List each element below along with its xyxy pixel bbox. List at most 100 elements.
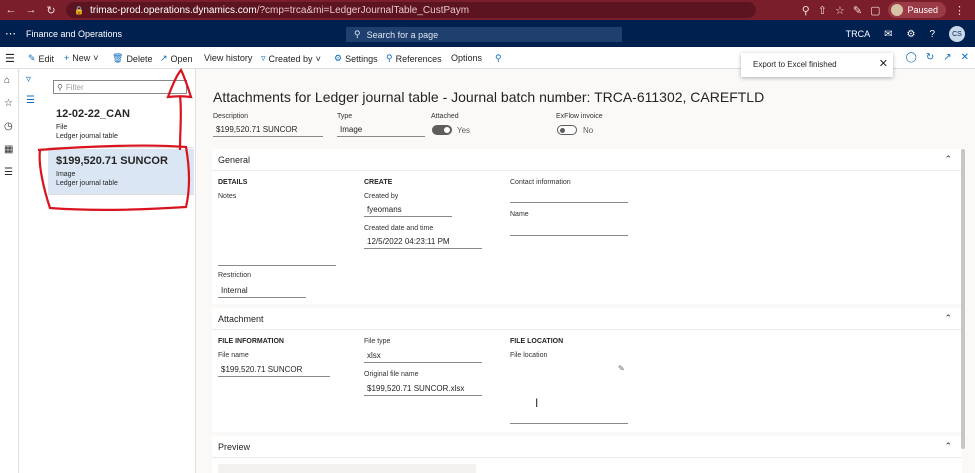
filter-input[interactable]: ⚲ Filter — [53, 80, 187, 94]
url-host: trimac-prod.operations.dynamics.com — [89, 4, 257, 16]
open-button[interactable]: ↗ Open — [160, 53, 193, 64]
settings-label: Settings — [345, 53, 378, 64]
details-pane: Attachments for Ledger journal table - J… — [197, 69, 975, 473]
delete-button[interactable]: 🗑 Delete — [112, 53, 152, 64]
scrollbar[interactable] — [961, 149, 965, 449]
reload-icon[interactable]: ↻ — [44, 4, 58, 17]
references-button[interactable]: ⚲ References — [386, 53, 442, 64]
star-icon[interactable]: ☆ — [835, 4, 845, 17]
hamburger-menu-icon[interactable]: ☰ — [5, 52, 15, 65]
user-avatar[interactable]: CS — [949, 26, 965, 42]
page-search-input[interactable]: ⚲ Search for a page — [346, 27, 622, 42]
back-arrow-icon[interactable]: ← — [4, 4, 18, 16]
list-item-source: Ledger journal table — [56, 133, 118, 140]
attachment-section-header[interactable]: Attachment ⌃ — [212, 308, 962, 330]
chevron-up-icon[interactable]: ⌃ — [944, 313, 952, 324]
search-icon[interactable]: ⚲ — [802, 4, 810, 17]
new-button[interactable]: + New ˅ — [64, 53, 99, 63]
type-field[interactable]: Image — [337, 123, 425, 137]
name-field[interactable] — [510, 235, 628, 236]
app-launcher-icon[interactable]: ⋯ — [5, 27, 16, 40]
notes-field[interactable] — [218, 265, 336, 266]
paused-label: Paused — [907, 5, 938, 15]
exflow-invoice-value: No — [583, 126, 594, 135]
company-selector[interactable]: TRCA — [846, 29, 871, 39]
attached-toggle[interactable] — [432, 125, 452, 135]
refresh-icon[interactable]: ↻ — [926, 52, 934, 63]
created-by-field[interactable]: fyeomans — [364, 203, 452, 217]
original-file-name-label: Original file name — [364, 371, 419, 378]
popout-icon[interactable]: ↗ — [943, 52, 951, 63]
edit-button[interactable]: ✎ Edit — [28, 53, 54, 64]
restriction-label: Restriction — [218, 272, 252, 279]
close-icon[interactable]: ✕ — [879, 57, 888, 70]
notes-label: Notes — [218, 193, 237, 200]
chevron-up-icon[interactable]: ⌃ — [944, 154, 952, 165]
list-view-icon[interactable]: ☰ — [26, 95, 35, 106]
edit-label: Edit — [38, 53, 55, 64]
address-bar[interactable]: 🔒 trimac-prod.operations.dynamics.com/?c… — [66, 2, 756, 18]
file-type-field[interactable]: xlsx — [364, 349, 482, 363]
pencil-icon[interactable]: ✎ — [618, 364, 625, 373]
attachment-section-title: Attachment — [218, 314, 264, 324]
action-search-button[interactable]: ⚲ — [495, 53, 502, 64]
view-history-button[interactable]: View history — [204, 53, 252, 63]
notifications-icon[interactable]: ✉ — [884, 29, 892, 40]
list-item[interactable]: 12-02-22_CAN File Ledger journal table — [48, 102, 194, 148]
general-section-title: General — [218, 155, 251, 165]
general-section-header[interactable]: General ⌃ — [212, 149, 962, 171]
file-location-label: File location — [510, 352, 548, 359]
filter-funnel-icon[interactable]: ▿ — [26, 74, 31, 85]
modules-list-icon[interactable]: ☰ — [4, 167, 13, 178]
original-file-name-field[interactable]: $199,520.71 SUNCOR.xlsx — [364, 382, 482, 396]
plus-icon: + — [64, 53, 70, 63]
export-toast: Export to Excel finished ✕ — [741, 53, 893, 77]
description-field[interactable]: $199,520.71 SUNCOR — [213, 123, 323, 137]
forward-arrow-icon[interactable]: → — [24, 4, 38, 16]
share-icon[interactable]: ⇧ — [818, 4, 827, 17]
workspaces-icon[interactable]: ▦ — [4, 144, 13, 155]
settings-button[interactable]: ⚙ Settings — [334, 53, 378, 64]
gear-icon: ⚙ — [334, 53, 343, 63]
sidepanel-icon[interactable]: ▢ — [870, 4, 880, 17]
contact-information-field[interactable] — [510, 202, 628, 203]
recent-clock-icon[interactable]: ◷ — [4, 121, 13, 132]
attached-value: Yes — [457, 126, 471, 135]
open-label: Open — [170, 53, 193, 64]
file-location-heading: FILE LOCATION — [510, 338, 564, 345]
favorites-star-icon[interactable]: ☆ — [4, 98, 13, 109]
options-button[interactable]: Options — [451, 53, 482, 63]
more-menu-icon[interactable]: ⋮ — [954, 4, 965, 17]
app-header: ⋯ Finance and Operations ⚲ Search for a … — [0, 20, 975, 47]
home-icon[interactable]: ⌂ — [4, 75, 10, 86]
created-datetime-label: Created date and time — [364, 225, 434, 232]
exflow-invoice-toggle[interactable] — [557, 125, 577, 135]
preview-section-header[interactable]: Preview ⌃ — [212, 436, 962, 458]
gear-icon[interactable]: ⚙ — [906, 29, 915, 40]
profile-paused-button[interactable]: Paused — [888, 2, 946, 18]
office-icon[interactable]: ◯ — [906, 52, 917, 63]
search-placeholder: Search for a page — [366, 29, 439, 40]
close-icon[interactable]: ✕ — [961, 52, 969, 63]
restriction-field[interactable]: Internal — [218, 284, 306, 298]
file-name-field[interactable]: $199,520.71 SUNCOR — [218, 363, 330, 377]
url-path: /?cmp=trca&mi=LedgerJournalTable_CustPay… — [256, 4, 470, 16]
help-icon[interactable]: ? — [929, 29, 935, 40]
extensions-icon[interactable]: ✎ — [853, 4, 862, 17]
created-datetime-field[interactable]: 12/5/2022 04:23:11 PM — [364, 235, 482, 249]
file-location-field[interactable] — [510, 423, 628, 424]
references-icon: ⚲ — [386, 53, 393, 63]
search-icon: ⚲ — [57, 82, 63, 92]
general-section: General ⌃ DETAILS Notes Restriction Inte… — [212, 149, 962, 304]
list-item-selected[interactable]: $199,520.71 SUNCOR Image Ledger journal … — [48, 149, 194, 195]
lock-icon: 🔒 — [74, 5, 84, 15]
exflow-invoice-label: ExFlow invoice — [556, 113, 603, 120]
chevron-up-icon[interactable]: ⌃ — [944, 441, 952, 452]
created-by-filter-button[interactable]: ▿ Created by ˅ — [261, 53, 321, 64]
browser-toolbar: ← → ↻ 🔒 trimac-prod.operations.dynamics.… — [0, 0, 975, 20]
chevron-down-icon: ˅ — [93, 53, 99, 63]
list-item-title: $199,520.71 SUNCOR — [56, 155, 168, 167]
details-group-heading: DETAILS — [218, 179, 248, 186]
created-by-label: Created by — [364, 193, 399, 200]
created-by-label: Created by — [268, 53, 313, 64]
